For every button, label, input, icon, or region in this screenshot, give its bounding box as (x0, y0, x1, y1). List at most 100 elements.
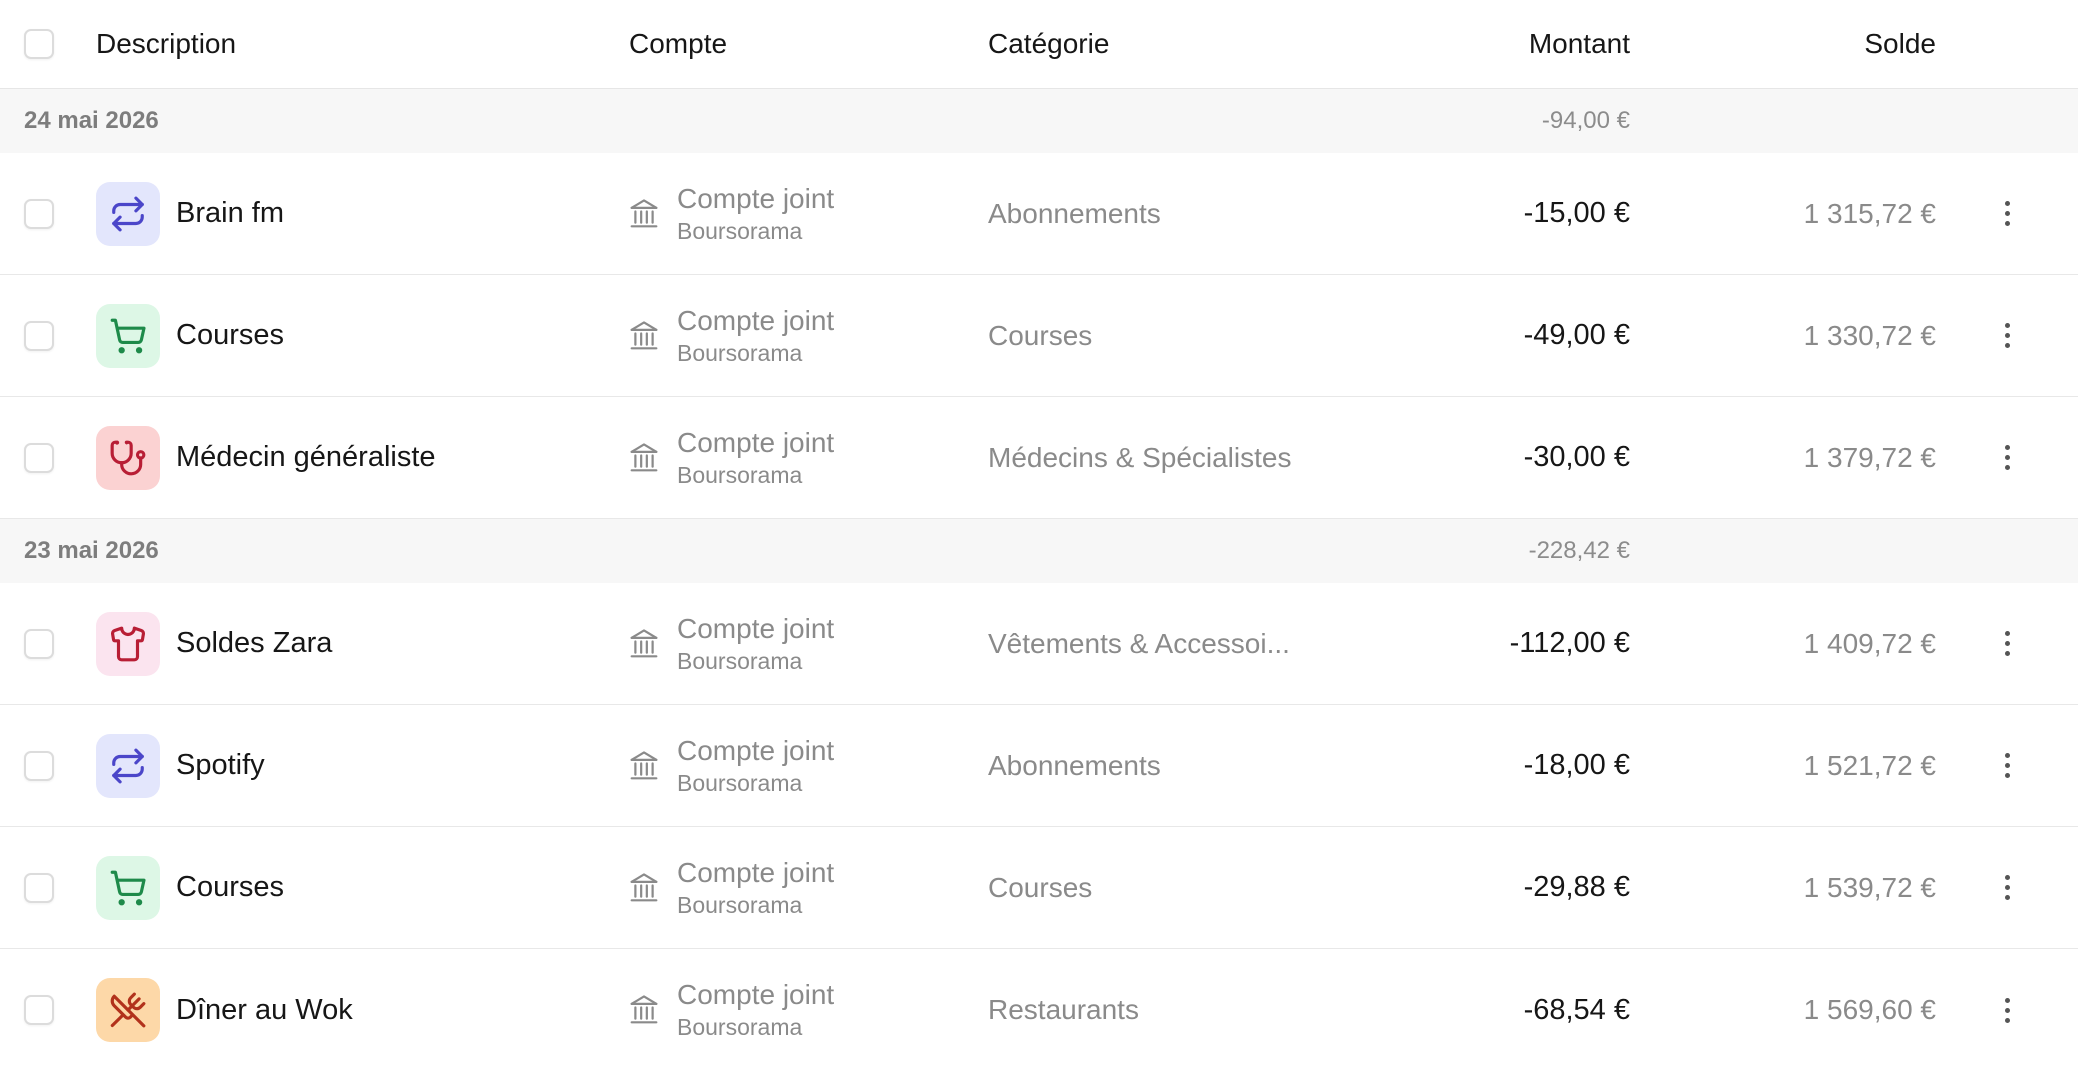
dot (2004, 631, 2010, 636)
bank-icon (629, 319, 659, 353)
header-checkbox-cell (0, 29, 96, 59)
table-row[interactable]: Médecin généraliste Compte joint Boursoram… (0, 397, 2078, 519)
group-total: -228,42 € (1528, 537, 1630, 564)
account-block: Compte joint Boursorama (677, 734, 834, 798)
account-name: Compte joint (677, 426, 835, 458)
more-vertical-icon[interactable] (1999, 439, 2016, 476)
more-vertical-icon[interactable] (1999, 747, 2016, 784)
row-checkbox[interactable] (24, 628, 54, 659)
dot (2004, 1017, 2010, 1023)
row-checkbox[interactable] (24, 442, 54, 473)
dot (2004, 895, 2010, 900)
description-cell: Soldes Zara (96, 611, 629, 676)
dot (2004, 445, 2010, 450)
group-total: -94,00 € (1541, 107, 1630, 134)
bank-icon (629, 749, 659, 783)
dot (2004, 211, 2010, 216)
account-cell: Compte joint Boursorama (629, 612, 988, 676)
account-name: Compte joint (677, 856, 835, 888)
header-montant[interactable]: Montant (1318, 28, 1630, 60)
dot (2004, 753, 2010, 758)
account-name: Compte joint (677, 979, 835, 1010)
account-block: Compte joint Boursorama (677, 426, 834, 490)
row-checkbox-cell (0, 320, 96, 351)
category-label: Courses (988, 319, 1093, 351)
description-cell: Spotify (96, 733, 629, 798)
dot (2004, 641, 2010, 646)
dot (2004, 343, 2010, 348)
dot (2004, 201, 2010, 206)
amount-value: -30,00 € (1523, 441, 1630, 473)
description-cell: Courses (96, 855, 629, 920)
category-label: Abonnements (988, 197, 1161, 229)
row-checkbox[interactable] (24, 995, 54, 1025)
table-row[interactable]: Courses Compte joint Boursorama Courses -49,… (0, 275, 2078, 397)
account-bank: Boursorama (677, 339, 803, 366)
header-compte[interactable]: Compte (629, 28, 988, 60)
amount-value: -15,00 € (1523, 197, 1630, 229)
account-bank: Boursorama (677, 1014, 803, 1040)
account-cell: Compte joint Boursorama (629, 182, 988, 246)
row-menu-cell (1936, 747, 2078, 784)
balance-value: 1 330,72 € (1803, 319, 1936, 351)
table-row[interactable]: Spotify Compte joint Boursorama Abonnements… (0, 705, 2078, 827)
account-block: Compte joint Boursorama (677, 612, 834, 676)
account-cell: Compte joint Boursorama (629, 856, 988, 920)
dot (2004, 773, 2010, 778)
bank-icon (629, 993, 659, 1027)
amount-value: -112,00 € (1509, 627, 1630, 659)
category-label: Abonnements (988, 749, 1161, 781)
balance-value: 1 409,72 € (1803, 627, 1936, 659)
more-vertical-icon[interactable] (1999, 317, 2016, 354)
more-vertical-icon[interactable] (1999, 195, 2016, 232)
balance-value: 1 539,72 € (1803, 871, 1936, 903)
header-solde[interactable]: Solde (1630, 28, 1936, 60)
row-checkbox-cell (0, 198, 96, 229)
row-checkbox-cell (0, 628, 96, 659)
balance-value: 1 315,72 € (1803, 197, 1936, 229)
group-date: 23 mai 2026 (24, 537, 159, 564)
amount-value: -68,54 € (1523, 993, 1630, 1026)
header-description[interactable]: Description (96, 28, 629, 60)
account-bank: Boursorama (677, 217, 803, 244)
bank-icon (629, 871, 659, 905)
row-checkbox[interactable] (24, 320, 54, 351)
dot (2004, 1007, 2010, 1013)
account-cell: Compte joint Boursorama (629, 978, 988, 1042)
select-all-checkbox[interactable] (24, 29, 54, 59)
more-vertical-icon[interactable] (1999, 625, 2016, 662)
balance-value: 1 569,60 € (1803, 994, 1936, 1025)
dot (2004, 651, 2010, 656)
dot (2004, 885, 2010, 890)
amount-value: -49,00 € (1523, 319, 1630, 351)
row-menu-cell (1936, 439, 2078, 476)
table-row[interactable]: Brain fm Compte joint Boursorama Abonnement… (0, 153, 2078, 275)
utensils-crossed-icon (96, 978, 160, 1042)
dot (2004, 323, 2010, 328)
category-label: Médecins & Spécialistes (988, 441, 1292, 473)
row-checkbox[interactable] (24, 872, 54, 903)
row-checkbox-cell (0, 872, 96, 903)
account-block: Compte joint Boursorama (677, 182, 834, 246)
dot (2004, 455, 2010, 460)
bank-icon (629, 441, 659, 475)
more-vertical-icon[interactable] (1999, 869, 2016, 906)
more-vertical-icon[interactable] (1999, 992, 2016, 1029)
bank-icon (629, 197, 659, 231)
row-checkbox[interactable] (24, 198, 54, 229)
balance-value: 1 521,72 € (1803, 749, 1936, 781)
row-checkbox[interactable] (24, 750, 54, 781)
row-checkbox-cell (0, 750, 96, 781)
account-cell: Compte joint Boursorama (629, 734, 988, 798)
table-body: 24 mai 2026 -94,00 € Brain fm Compte joint B… (0, 89, 2078, 1071)
description-cell: Courses (96, 303, 629, 368)
row-menu-cell (1936, 992, 2078, 1029)
stethoscope-icon (96, 425, 160, 490)
dot (2004, 763, 2010, 768)
description-cell: Brain fm (96, 181, 629, 246)
header-categorie[interactable]: Catégorie (988, 28, 1318, 60)
account-name: Compte joint (677, 734, 835, 766)
table-row[interactable]: Dîner au Wok Compte joint Boursorama Restau… (0, 949, 2078, 1071)
table-row[interactable]: Courses Compte joint Boursorama Courses -29,… (0, 827, 2078, 949)
table-row[interactable]: Soldes Zara Compte joint Boursorama Vêtemen… (0, 583, 2078, 705)
